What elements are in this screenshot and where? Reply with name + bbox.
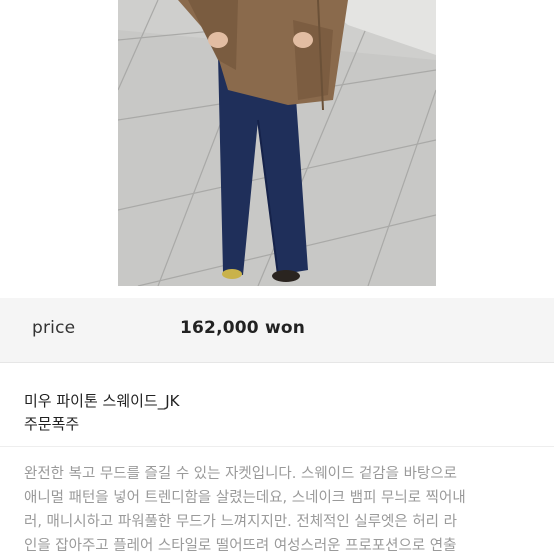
description-line: 인을 잡아주고 플레어 스타일로 떨어뜨려 여성스러운 프로포션으로 연출 (24, 538, 457, 554)
price-value: 162,000 won (180, 318, 306, 338)
product-name: 미우 파이톤 스웨이드_JK (24, 392, 180, 410)
description-line: 완전한 복고 무드를 즐길 수 있는 자켓입니다. 스웨이드 겉감을 바탕으로 (24, 466, 457, 482)
description-line: 애니멀 패턴을 넣어 트렌디함을 살렸는데요, 스네이크 뱀피 무늬로 찍어내 (24, 490, 466, 506)
price-label: price (32, 318, 76, 338)
status-badge: 주문폭주 (24, 415, 80, 433)
product-photo[interactable] (118, 0, 436, 286)
description-line: 러, 매니시하고 파워풀한 무드가 느껴지지만. 전체적인 실루엣은 허리 라 (24, 514, 457, 530)
divider (0, 362, 554, 363)
product-description: 완전한 복고 무드를 즐길 수 있는 자켓입니다. 스웨이드 겉감을 바탕으로 … (24, 462, 544, 558)
model-image (118, 0, 436, 286)
divider (0, 446, 554, 447)
